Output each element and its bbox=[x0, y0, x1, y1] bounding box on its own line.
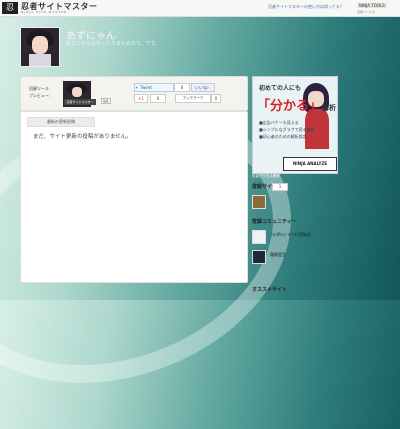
edit-button[interactable]: 編集 bbox=[101, 98, 112, 104]
top-bar: 忍 忍者サイトマスター NINJA SITE MASTER 忍者サイトマスターの… bbox=[0, 0, 400, 17]
sites-section-title: 登録サイト一覧 bbox=[252, 183, 336, 190]
profile-avatar[interactable] bbox=[20, 27, 60, 67]
banner-feature-item: ■初心者のための解析設定 bbox=[259, 134, 307, 139]
site-logo-icon[interactable]: 忍 bbox=[2, 2, 18, 14]
thumbnail-face bbox=[72, 87, 82, 97]
community-name: 羅最歴型 bbox=[270, 252, 286, 257]
banner-big-text: 「分かる」解析 bbox=[257, 95, 336, 114]
profile-description: あずにゃんの作ったりまとめたり、です。 bbox=[66, 41, 161, 47]
banner-headline: 初めての人にも bbox=[259, 85, 302, 92]
banner-big-word: 「分かる」 bbox=[257, 99, 323, 114]
banner-caption[interactable]: 忍者アクセス解析 bbox=[252, 174, 280, 179]
bookmark-count: 0 bbox=[211, 94, 221, 103]
preview-card: 回廊ツール プレビュー： 忍者サイトマスター 編集 ✦ Tweet 0 いいね！ … bbox=[20, 76, 248, 111]
site-master-badge[interactable]: 忍者サイトマスター bbox=[64, 99, 96, 105]
banner-ribbon: NINJA ANALYZE bbox=[283, 157, 337, 171]
bookmark-button[interactable]: ブックマーク bbox=[175, 94, 211, 103]
preview-label: 回廊ツール プレビュー： bbox=[29, 86, 53, 98]
tweet-label: Tweet bbox=[140, 85, 152, 90]
community-section-title: 登録コミュニティー bbox=[252, 218, 336, 225]
site-thumbnail[interactable] bbox=[252, 195, 266, 209]
community-thumbnail bbox=[252, 230, 266, 244]
ninja-tools-brand[interactable]: NINJA TOOLS bbox=[357, 3, 387, 8]
plus-one-count: 0 bbox=[150, 94, 166, 103]
avatar-shirt bbox=[29, 54, 51, 66]
plus-one-button[interactable]: +1 bbox=[134, 94, 148, 103]
banner-feature-list: ■広告バナーも見える ■シンプルなグラフで見る解析 ■初心者のための解析設定 bbox=[259, 119, 315, 140]
sites-count: 1 bbox=[272, 183, 288, 191]
community-name: コロPuトマン仔貴報局 bbox=[270, 232, 311, 237]
tweet-count: 0 bbox=[174, 83, 190, 92]
banner-feature-item: ■広告バナーも見える bbox=[259, 120, 299, 125]
community-title: 登録コミュニティー bbox=[252, 219, 297, 225]
site-logo-subtitle: NINJA SITE MASTER bbox=[21, 10, 68, 14]
community-thumbnail bbox=[252, 250, 266, 264]
like-button[interactable]: いいね！ bbox=[191, 83, 215, 92]
updates-panel: 最新の更新投稿 まだ、サイト更新の投稿がありません。 bbox=[20, 111, 248, 283]
promo-link[interactable]: 忍者サイトマスターの使い方は知ってる？ bbox=[268, 4, 344, 10]
tab-latest-updates[interactable]: 最新の更新投稿 bbox=[27, 117, 95, 127]
ninja-tools-subtitle: 忍者ツールズ bbox=[357, 10, 376, 14]
banner-feature-item: ■シンプルなグラフで見る解析 bbox=[259, 127, 315, 132]
recommended-sites-title: オススメサイト bbox=[252, 287, 288, 293]
banner-big-suffix: 解析 bbox=[322, 103, 337, 112]
empty-updates-message: まだ、サイト更新の投稿がありません。 bbox=[33, 134, 132, 140]
tweet-button[interactable]: ✦ Tweet bbox=[134, 83, 174, 92]
avatar-face bbox=[32, 36, 48, 54]
ad-banner[interactable]: 初めての人にも 「分かる」解析 ■広告バナーも見える ■シンプルなグラフで見る解… bbox=[252, 76, 338, 174]
